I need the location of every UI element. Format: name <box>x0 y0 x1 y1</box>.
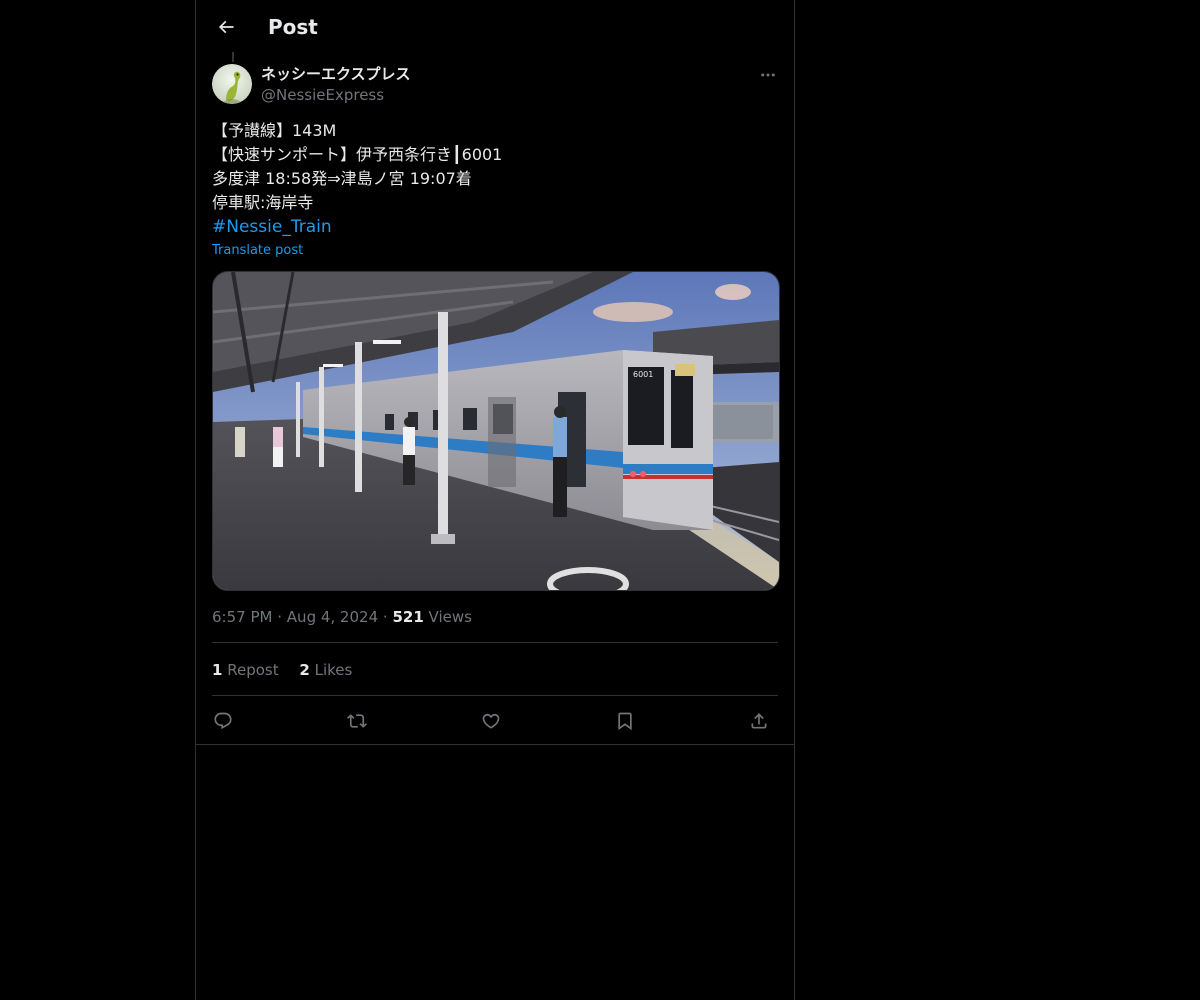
likes-label: Likes <box>314 661 353 679</box>
avatar[interactable] <box>212 64 252 104</box>
post-text-line: 停車駅:海岸寺 <box>212 193 314 212</box>
divider <box>212 695 778 696</box>
train-photo: 6001 <box>213 272 779 590</box>
post-text-line: 【予讃線】143M <box>212 121 337 140</box>
reposts-stat[interactable]: 1 Repost <box>212 659 279 681</box>
hashtag-link[interactable]: #Nessie_Train <box>212 215 332 239</box>
views-label: Views <box>428 608 472 626</box>
post-text-line: 多度津 18:58発⇒津島ノ宮 19:07着 <box>212 169 472 188</box>
more-dots-icon <box>759 66 777 84</box>
views-count: 521 <box>392 608 424 626</box>
divider <box>196 744 794 745</box>
reply-button[interactable] <box>210 708 236 734</box>
back-button[interactable] <box>208 9 244 45</box>
meta-separator: · <box>277 608 283 626</box>
like-button[interactable] <box>478 708 504 734</box>
heart-icon <box>481 711 501 731</box>
more-options-button[interactable] <box>756 64 780 86</box>
header-bar: Post <box>196 0 794 54</box>
post-body: 【予讃線】143M 【快速サンポート】伊予西条行き┃6001 多度津 18:58… <box>212 119 778 239</box>
post-media-image[interactable]: 6001 <box>212 271 780 591</box>
page-title: Post <box>268 15 318 39</box>
svg-text:6001: 6001 <box>633 370 653 379</box>
reply-icon <box>213 711 233 731</box>
repost-icon <box>347 711 367 731</box>
bookmark-button[interactable] <box>612 708 638 734</box>
thread-connector-line <box>232 52 234 62</box>
author-display-name[interactable]: ネッシーエクスプレス <box>261 64 411 84</box>
translate-post-link[interactable]: Translate post <box>212 242 303 260</box>
reposts-label: Repost <box>227 661 279 679</box>
engagement-stats: 1 Repost 2 Likes <box>212 659 368 681</box>
share-icon <box>749 711 769 731</box>
bookmark-icon <box>615 711 635 731</box>
likes-count: 2 <box>299 661 310 679</box>
post-date[interactable]: Aug 4, 2024 <box>287 608 378 626</box>
post-detail-column: Post ネッシーエクスプレス @NessieExpress 【予讃線】143M… <box>195 0 795 1000</box>
post-time[interactable]: 6:57 PM <box>212 608 272 626</box>
arrow-left-icon <box>216 17 236 37</box>
share-button[interactable] <box>746 708 772 734</box>
post-text-line: 【快速サンポート】伊予西条行き┃6001 <box>212 145 503 164</box>
divider <box>212 642 778 643</box>
reposts-count: 1 <box>212 661 223 679</box>
likes-stat[interactable]: 2 Likes <box>299 659 352 681</box>
repost-button[interactable] <box>344 708 370 734</box>
meta-separator: · <box>382 608 388 626</box>
post-meta: 6:57 PM · Aug 4, 2024 · 521 Views <box>212 606 472 628</box>
author-handle[interactable]: @NessieExpress <box>261 85 384 105</box>
action-bar <box>212 708 778 734</box>
